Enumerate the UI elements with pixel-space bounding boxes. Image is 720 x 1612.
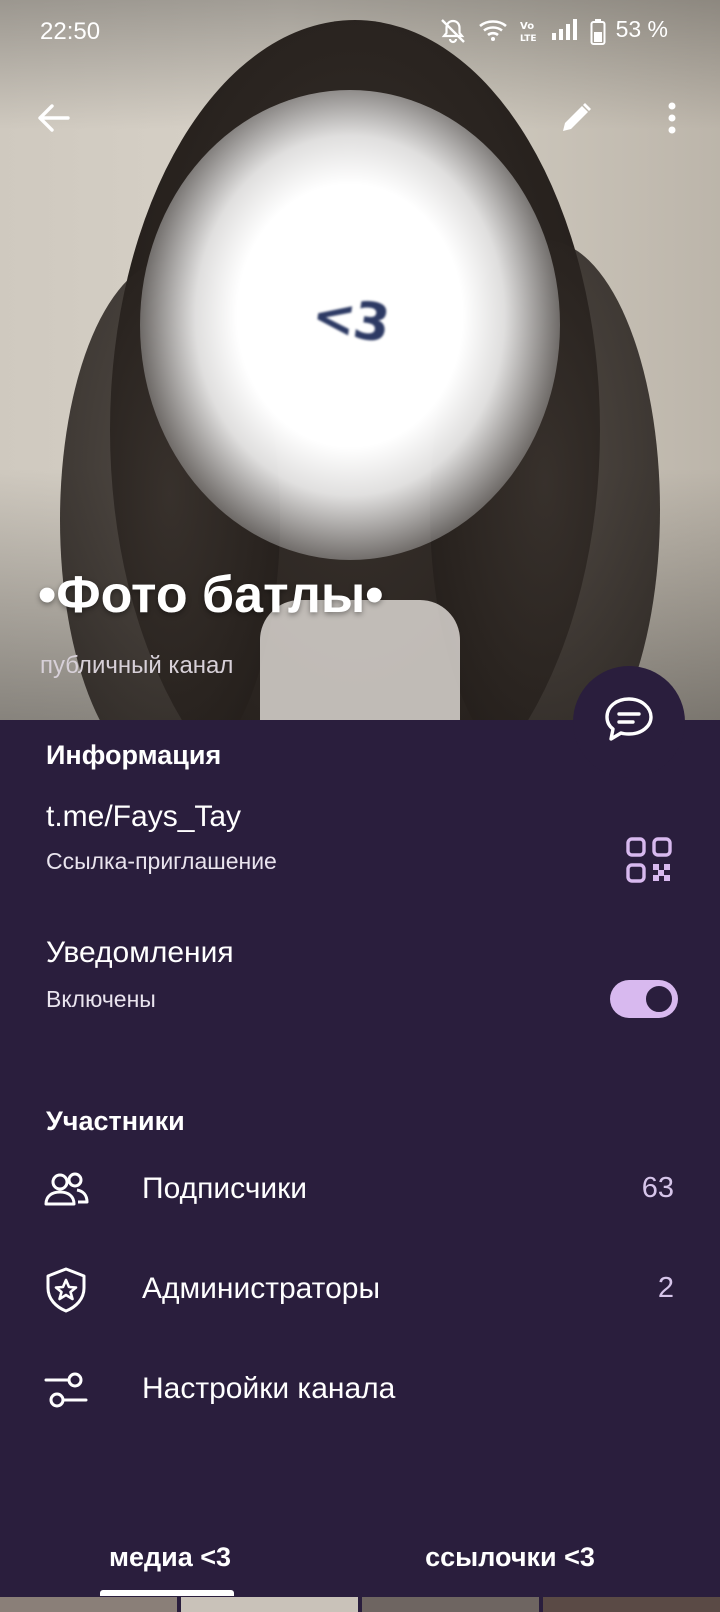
media-thumbnail[interactable] [0,1597,177,1612]
invite-link-caption: Ссылка-приглашение [46,848,277,874]
battery-percent: 53 % [615,16,668,42]
discussion-button[interactable] [573,666,685,778]
message-icon [603,695,655,750]
shield-star-icon [42,1266,90,1314]
administrators-row[interactable]: Администраторы 2 [0,1242,720,1338]
subscribers-row[interactable]: Подписчики 63 [0,1142,720,1238]
svg-text:LTE: LTE [520,34,537,44]
members-section-title: Участники [46,1106,185,1136]
toggle-knob [643,983,675,1015]
volte-icon: Vo LTE [518,18,540,44]
subscribers-count: 63 [641,1172,674,1204]
notifications-label: Уведомления [46,936,234,969]
svg-text:Vo: Vo [520,21,534,32]
administrators-count: 2 [657,1272,674,1304]
channel-info-panel: Информация t.me/Fays_Tay Ссылка-приглаше… [0,720,720,1612]
media-thumbnail[interactable] [362,1597,539,1612]
notifications-state: Включены [46,986,156,1012]
users-icon [42,1166,90,1214]
invite-link[interactable]: t.me/Fays_Tay [46,800,241,834]
subscribers-label: Подписчики [142,1172,308,1205]
channel-settings-row[interactable]: Настройки канала [0,1342,720,1438]
channel-settings-label: Настройки канала [142,1372,396,1405]
mute-icon [438,18,468,43]
status-icons: Vo LTE 53 % [438,16,668,45]
notifications-toggle[interactable] [610,980,678,1018]
status-time: 22:50 [40,18,101,45]
status-bar: 22:50 Vo LTE 53 % [0,0,720,64]
media-thumbnails [0,1597,720,1612]
more-vertical-icon [666,101,678,140]
media-thumbnail[interactable] [543,1597,720,1612]
battery-icon [590,18,606,45]
qr-code-button[interactable] [624,835,674,885]
media-thumbnail[interactable] [181,1597,358,1612]
qr-code-icon [624,837,674,889]
wifi-icon [478,18,508,42]
more-options-button[interactable] [644,92,700,148]
active-tab-indicator [100,1590,234,1596]
edit-button[interactable] [548,92,604,148]
channel-type-label: публичный канал [40,652,234,679]
sliders-icon [42,1366,90,1414]
tab-links[interactable]: ссылочки <3 [400,1542,620,1573]
administrators-label: Администраторы [142,1272,381,1305]
photo-overlay-text: <3 [308,285,392,355]
signal-icon [550,18,580,42]
channel-title: •Фото батлы• [38,566,384,624]
arrow-left-icon [36,102,72,139]
pencil-icon [559,101,593,140]
tab-media[interactable]: медиа <3 [60,1542,280,1573]
info-section-title: Информация [46,740,222,770]
back-button[interactable] [26,92,82,148]
